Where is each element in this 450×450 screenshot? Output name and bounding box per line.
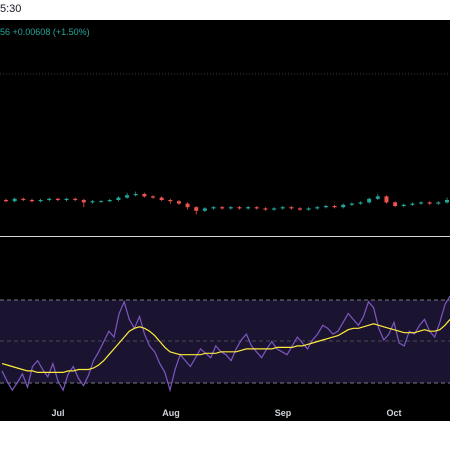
candle-body (202, 208, 207, 211)
candle-body (47, 198, 52, 200)
candle-body (358, 202, 363, 204)
candlestick-series (4, 191, 449, 215)
candle-body (254, 207, 259, 209)
chart-area[interactable]: 56 +0.00608 (+1.50%) Jul Aug Sep Oct (0, 20, 450, 421)
candle-body (410, 203, 415, 205)
candle-body (133, 194, 138, 196)
candle-body (168, 200, 173, 202)
candle-body (4, 200, 8, 202)
candle-body (237, 207, 242, 209)
candle-body (263, 208, 268, 210)
candle-body (323, 206, 328, 208)
pane-separator[interactable] (0, 236, 450, 237)
candle-body (436, 202, 441, 204)
candle-body (306, 208, 311, 210)
candle-body (99, 201, 104, 203)
candle-body (151, 196, 155, 198)
header-time-text: 5:30 (0, 3, 22, 15)
candle-body (125, 195, 130, 198)
candle-body (21, 198, 26, 200)
candle-body (367, 198, 372, 203)
candle-body (194, 207, 199, 211)
candle-body (176, 201, 181, 204)
candle-body (81, 200, 86, 203)
candle-body (211, 207, 216, 209)
x-axis-label-sep: Sep (274, 408, 292, 418)
candle-body (159, 197, 164, 200)
candle-body (393, 202, 398, 206)
candle-body (142, 194, 147, 197)
candle-body (272, 208, 277, 210)
candle-body (185, 203, 190, 208)
x-axis-label-aug: Aug (162, 408, 180, 418)
bottom-white-strip (0, 421, 450, 450)
candle-body (55, 198, 60, 200)
candle-body (12, 198, 17, 202)
candle-body (64, 198, 69, 200)
candle-body (246, 207, 251, 209)
candle-body (427, 202, 432, 204)
candle-body (384, 196, 389, 203)
candle-body (29, 200, 34, 202)
price-and-rsi-chart[interactable] (0, 20, 450, 421)
candle-body (107, 200, 112, 202)
x-axis-label-jul: Jul (51, 408, 65, 418)
candle-body (349, 203, 354, 205)
x-axis-label-oct: Oct (386, 408, 402, 418)
candle-body (445, 200, 449, 203)
candle-body (90, 201, 95, 203)
candle-body (341, 204, 346, 208)
candle-body (401, 204, 406, 206)
candle-body (332, 206, 337, 208)
candle-body (73, 198, 78, 200)
candle-body (220, 207, 225, 209)
candle-body (280, 207, 285, 209)
candle-body (375, 196, 380, 199)
candle-body (38, 200, 43, 202)
candle-body (419, 202, 424, 204)
candle-body (228, 207, 233, 209)
candle-body (315, 207, 320, 209)
candle-body (116, 197, 121, 200)
candle-body (298, 208, 302, 210)
candle-body (289, 207, 294, 209)
top-header-strip: 5:30 (0, 0, 450, 20)
